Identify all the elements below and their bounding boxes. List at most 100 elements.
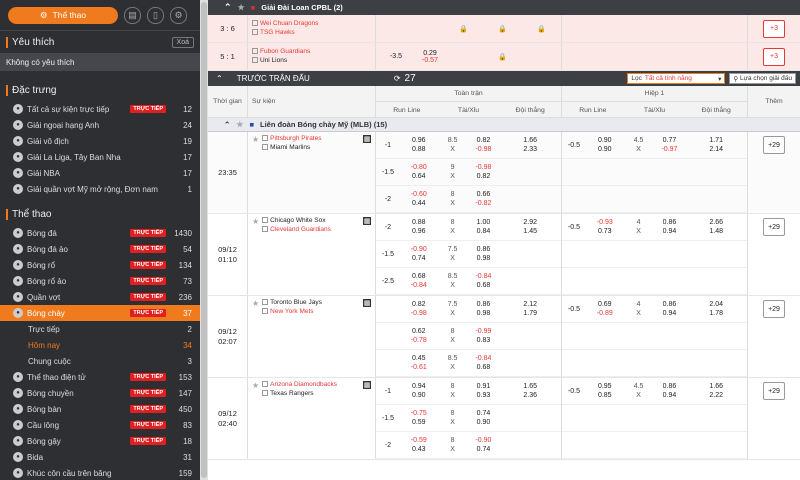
more-markets-button[interactable]: +29 <box>763 136 785 154</box>
sidebar-item[interactable]: ● Bóng rổ TRỰC TIẾP 134 <box>0 257 200 273</box>
sidebar-item[interactable]: ● Bóng gậy TRỰC TIẾP 18 <box>0 433 200 449</box>
runline-odds[interactable]: -0.75 0.59 <box>400 409 438 427</box>
runline-odds[interactable]: 0.45 -0.61 <box>400 354 438 372</box>
ou-odds[interactable]: 1.00 0.84 <box>468 218 500 236</box>
half-win-odds[interactable]: 1.71 2.14 <box>685 136 747 154</box>
tw-match-row[interactable]: 3 : 6 Wei Chuan Dragons TSG Hawks 🔒 🔒 🔒 +3 <box>208 15 800 43</box>
star-icon[interactable]: ★ <box>252 299 259 308</box>
half-ou-odds[interactable]: 0.86 0.94 <box>654 300 686 318</box>
event-cell[interactable]: ★ Pittsburgh Pirates Miami Marlins ▦ <box>248 132 376 213</box>
count: 54 <box>183 244 192 254</box>
event-cell[interactable]: ★ Arizona Diamondbacks Texas Rangers ▦ <box>248 378 376 459</box>
star-icon[interactable]: ★ <box>252 135 259 144</box>
half-runline-odds[interactable]: 0.95 0.85 <box>586 382 624 400</box>
win-odds[interactable]: 1.65 2.36 <box>499 382 561 400</box>
sidebar-scrollbar[interactable] <box>200 0 208 480</box>
sidebar-item[interactable]: ● Giải quần vợt Mỹ mở rộng, Đơn nam 1 <box>0 181 200 197</box>
runline-odds[interactable]: 0.82 -0.98 <box>400 300 438 318</box>
more-markets-button[interactable]: +29 <box>763 382 785 400</box>
sidebar-subitem[interactable]: Hôm nay 34 <box>0 337 200 353</box>
runline-odds[interactable]: -0.60 0.44 <box>400 190 438 208</box>
history-icon[interactable]: ▯ <box>147 6 164 24</box>
clear-button[interactable]: Xoá <box>171 36 194 48</box>
half-runline-odds[interactable]: 0.90 0.90 <box>586 136 624 154</box>
collapse-icon[interactable]: ⌃ <box>216 74 223 83</box>
sidebar-item[interactable]: ● Khúc côn cầu trên băng 159 <box>0 465 200 480</box>
runline-odds[interactable]: 0.94 0.90 <box>400 382 438 400</box>
mlb-league-header[interactable]: ⌃ ★ ■ Liên đoàn Bóng chày Mỹ (MLB) (15) <box>208 118 800 132</box>
half-runline-odds[interactable]: 0.69 -0.89 <box>586 300 624 318</box>
sidebar-item[interactable]: ● Tất cả sự kiện trực tiếp TRỰC TIẾP 12 <box>0 101 200 117</box>
ou-odds[interactable]: 0.86 0.98 <box>468 245 500 263</box>
runline-odds[interactable]: 0.96 0.88 <box>400 136 438 154</box>
stats-icon[interactable]: ▦ <box>363 217 371 225</box>
league-pick-button[interactable]: ⚲ Lựa chọn giải đấu <box>729 73 796 84</box>
betslip-icon[interactable]: ▤ <box>124 6 141 24</box>
win-odds[interactable]: 2.92 1.45 <box>499 218 561 236</box>
more-markets-button[interactable]: +3 <box>763 19 785 38</box>
sidebar-subitem[interactable]: Chung cuộc 3 <box>0 353 200 369</box>
sidebar-item[interactable]: ● Bóng chuyền TRỰC TIẾP 147 <box>0 385 200 401</box>
ou-odds[interactable]: -0.84 0.68 <box>468 272 500 290</box>
runline-odds[interactable]: 0.88 0.96 <box>400 218 438 236</box>
sidebar-item[interactable]: ● Bóng chày TRỰC TIẾP 37 <box>0 305 200 321</box>
half-odds-line <box>562 186 747 213</box>
half-ou-odds[interactable]: 0.77 -0.97 <box>654 136 686 154</box>
sidebar-item[interactable]: ● Bóng đá ảo TRỰC TIẾP 54 <box>0 241 200 257</box>
ou-odds[interactable]: -0.99 0.83 <box>468 327 500 345</box>
ou-odds[interactable]: 0.74 0.90 <box>468 409 500 427</box>
ou-odds[interactable]: 0.66 -0.82 <box>468 190 500 208</box>
runline-odds[interactable]: 0.62 -0.78 <box>400 327 438 345</box>
sidebar-item[interactable]: ● Cầu lông TRỰC TIẾP 83 <box>0 417 200 433</box>
sidebar-item[interactable]: ● Thể thao điện tử TRỰC TIẾP 153 <box>0 369 200 385</box>
score: 5 : 1 <box>208 43 248 70</box>
stats-icon[interactable]: ▦ <box>363 299 371 307</box>
sidebar-item[interactable]: ● Giải La Liga, Tây Ban Nha 17 <box>0 149 200 165</box>
star-icon[interactable]: ★ <box>252 381 259 390</box>
stats-icon[interactable]: ▦ <box>363 135 371 143</box>
more-markets-button[interactable]: +3 <box>763 47 785 66</box>
more-cell: +29 <box>748 214 800 295</box>
win-odds[interactable]: 2.12 1.79 <box>499 300 561 318</box>
ou-odds[interactable]: 0.91 0.93 <box>468 382 500 400</box>
more-markets-button[interactable]: +29 <box>763 218 785 236</box>
event-cell[interactable]: ★ Chicago White Sox Cleveland Guardians ▦ <box>248 214 376 295</box>
ou-odds[interactable]: 0.86 0.98 <box>468 300 500 318</box>
half-ou-odds[interactable]: 0.86 0.94 <box>654 218 686 236</box>
win-odds[interactable]: 1.66 2.33 <box>499 136 561 154</box>
sidebar-item[interactable]: ● Bida 31 <box>0 449 200 465</box>
refresh[interactable]: ⟳ 27 <box>394 73 416 84</box>
more-markets-button[interactable]: +29 <box>763 300 785 318</box>
tw-league-header[interactable]: ⌃ ★ ■ Giải Đài Loan CPBL (2) <box>208 0 800 15</box>
sidebar-item[interactable]: ● Giải NBA 17 <box>0 165 200 181</box>
half-win-odds[interactable]: 2.66 1.48 <box>685 218 747 236</box>
sidebar-item[interactable]: ● Bóng bàn TRỰC TIẾP 450 <box>0 401 200 417</box>
sidebar-subitem[interactable]: Trực tiếp 2 <box>0 321 200 337</box>
tw-match-row[interactable]: 5 : 1 Fubon Guardians Uni Lions -3.5 0.29… <box>208 43 800 71</box>
half-win-odds[interactable]: 1.66 2.22 <box>685 382 747 400</box>
sidebar-item[interactable]: ● Bóng đá TRỰC TIẾP 1430 <box>0 225 200 241</box>
ou-odds[interactable]: -0.90 0.74 <box>468 436 500 454</box>
game-time: 09/12 01:10 <box>208 214 248 295</box>
sidebar-item[interactable]: ● Giải ngoại hạng Anh 24 <box>0 117 200 133</box>
sport-button[interactable]: ⚙ Thể thao <box>8 6 118 24</box>
half-runline-odds[interactable]: -0.93 0.73 <box>586 218 624 236</box>
settings-icon[interactable]: ⚙ <box>170 6 187 24</box>
sidebar-item[interactable]: ● Giải vô địch 19 <box>0 133 200 149</box>
filter-select[interactable]: Lọc Tất cả tính năng ▾ <box>627 73 726 84</box>
odds-line: -1 0.96 0.88 8.5 X 0.82 -0.98 1.66 2.33 <box>376 132 561 159</box>
runline-odds[interactable]: -0.59 0.43 <box>400 436 438 454</box>
sidebar-item[interactable]: ● Quần vợt TRỰC TIẾP 236 <box>0 289 200 305</box>
star-icon[interactable]: ★ <box>252 217 259 226</box>
ou-odds[interactable]: 0.82 -0.98 <box>468 136 500 154</box>
ou-odds[interactable]: -0.84 0.68 <box>468 354 500 372</box>
sidebar-item[interactable]: ● Bóng rổ ảo TRỰC TIẾP 73 <box>0 273 200 289</box>
runline-odds[interactable]: -0.90 0.74 <box>400 245 438 263</box>
stats-icon[interactable]: ▦ <box>363 381 371 389</box>
runline-odds[interactable]: 0.68 -0.84 <box>400 272 438 290</box>
event-cell[interactable]: ★ Toronto Blue Jays New York Mets ▦ <box>248 296 376 377</box>
ou-odds[interactable]: -0.98 0.82 <box>468 163 500 181</box>
half-win-odds[interactable]: 2.04 1.78 <box>685 300 747 318</box>
half-ou-odds[interactable]: 0.86 0.94 <box>654 382 686 400</box>
runline-odds[interactable]: -0.80 0.64 <box>400 163 438 181</box>
